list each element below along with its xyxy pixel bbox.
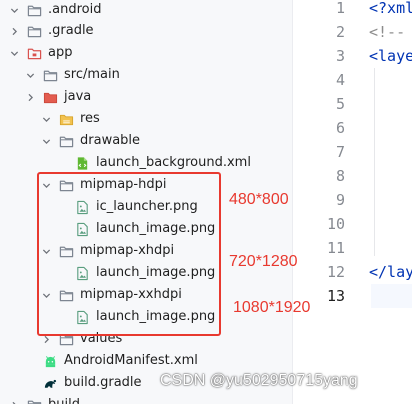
chevron-placeholder xyxy=(24,350,36,372)
line-number-gutter: 1 2 3 4 5 6 7 8 9 10 11 12 13 xyxy=(293,0,353,404)
chevron-placeholder xyxy=(56,262,68,284)
source-folder-icon xyxy=(42,86,58,108)
image-file-icon xyxy=(74,218,90,240)
folder-icon xyxy=(58,328,74,350)
chevron-placeholder xyxy=(56,218,68,240)
line-number: 5 xyxy=(335,95,345,113)
line-number: 8 xyxy=(335,167,345,185)
resource-folder-icon xyxy=(58,108,74,130)
chevron-right-icon[interactable] xyxy=(40,328,52,350)
line-number: 10 xyxy=(326,215,345,233)
current-line-highlight xyxy=(371,284,412,308)
line-number: 2 xyxy=(335,23,345,41)
tree-item-launch-background-xml[interactable]: launch_background.xml xyxy=(0,152,292,174)
tree-item-label: mipmap-xhdpi xyxy=(80,243,175,258)
tree-item-label: ic_launcher.png xyxy=(96,199,198,214)
line-number: 4 xyxy=(335,71,345,89)
chevron-down-icon[interactable] xyxy=(8,42,20,64)
xxhdpi-resolution-annotation: 1080*1920 xyxy=(233,299,311,316)
folder-icon xyxy=(58,174,74,196)
tree-item-label: res xyxy=(80,111,100,126)
chevron-down-icon[interactable] xyxy=(40,240,52,262)
chevron-down-icon[interactable] xyxy=(24,64,36,86)
line-number: 7 xyxy=(335,143,345,161)
hdpi-resolution-annotation: 480*800 xyxy=(229,191,289,208)
module-folder-icon xyxy=(26,42,42,64)
folder-icon xyxy=(26,0,42,21)
tree-item-label: launch_image.png xyxy=(96,309,216,324)
tree-item-src-main[interactable]: src/main xyxy=(0,64,292,86)
tree-item-label: java xyxy=(64,89,92,104)
tree-item-gradle[interactable]: .gradle xyxy=(0,20,292,42)
tree-item-android[interactable]: .android xyxy=(0,0,292,21)
tree-item-label: mipmap-hdpi xyxy=(80,177,167,192)
tree-item-label: build.gradle xyxy=(64,375,142,390)
tree-item-app[interactable]: app xyxy=(0,42,292,64)
code-line: <!-- xyxy=(369,23,406,41)
chevron-right-icon[interactable] xyxy=(8,20,20,42)
tree-item-label: build xyxy=(48,394,80,404)
tree-item-values[interactable]: values xyxy=(0,328,292,350)
android-icon xyxy=(42,350,58,372)
chevron-down-icon[interactable] xyxy=(40,284,52,306)
xhdpi-resolution-annotation: 720*1280 xyxy=(229,253,298,270)
code-line: <?xml xyxy=(369,0,412,17)
line-number: 13 xyxy=(326,287,345,305)
line-number: 9 xyxy=(335,191,345,209)
image-file-icon xyxy=(74,196,90,218)
code-line: </lay xyxy=(369,263,412,281)
image-file-icon xyxy=(74,306,90,328)
tree-item-launch-image-png[interactable]: launch_image.png xyxy=(0,218,292,240)
tree-item-build[interactable]: build xyxy=(0,394,292,404)
watermark: CSDN @yu502950715yang xyxy=(160,372,358,389)
tree-item-label: launch_image.png xyxy=(96,221,216,236)
folder-icon xyxy=(58,284,74,306)
chevron-placeholder xyxy=(56,196,68,218)
tree-item-label: mipmap-xxhdpi xyxy=(80,287,182,302)
tree-item-label: .gradle xyxy=(48,23,94,38)
tree-item-label: values xyxy=(80,331,123,346)
folder-icon xyxy=(58,130,74,152)
line-number: 11 xyxy=(326,239,345,257)
tree-item-drawable[interactable]: drawable xyxy=(0,130,292,152)
line-number: 1 xyxy=(335,0,345,17)
xml-file-icon xyxy=(74,152,90,174)
chevron-placeholder xyxy=(56,306,68,328)
tree-item-label: launch_image.png xyxy=(96,265,216,280)
tree-item-res[interactable]: res xyxy=(0,108,292,130)
chevron-placeholder xyxy=(56,152,68,174)
tree-item-label: .android xyxy=(48,2,102,17)
image-file-icon xyxy=(74,262,90,284)
chevron-down-icon[interactable] xyxy=(40,130,52,152)
code-editor[interactable]: <?xml <!-- <laye </lay xyxy=(353,0,412,404)
line-number: 6 xyxy=(335,119,345,137)
tree-item-java[interactable]: java xyxy=(0,86,292,108)
tree-item-label: AndroidManifest.xml xyxy=(64,353,198,368)
tree-item-label: app xyxy=(48,45,73,60)
folder-icon xyxy=(42,64,58,86)
chevron-placeholder xyxy=(24,372,36,394)
line-number: 3 xyxy=(335,47,345,65)
folder-icon xyxy=(26,20,42,42)
tree-item-androidmanifest-xml[interactable]: AndroidManifest.xml xyxy=(0,350,292,372)
code-line: <laye xyxy=(369,47,412,65)
tree-item-label: drawable xyxy=(80,133,141,148)
chevron-down-icon[interactable] xyxy=(40,108,52,130)
tree-item-label: launch_background.xml xyxy=(96,155,251,170)
folder-icon xyxy=(26,394,42,404)
line-number: 12 xyxy=(326,263,345,281)
chevron-down-icon[interactable] xyxy=(40,174,52,196)
indent-guide xyxy=(374,68,375,256)
folder-icon xyxy=(58,240,74,262)
chevron-down-icon[interactable] xyxy=(8,0,20,21)
chevron-right-icon[interactable] xyxy=(8,394,20,404)
chevron-right-icon[interactable] xyxy=(24,86,36,108)
gradle-icon xyxy=(42,372,58,394)
tree-item-label: src/main xyxy=(64,67,120,82)
